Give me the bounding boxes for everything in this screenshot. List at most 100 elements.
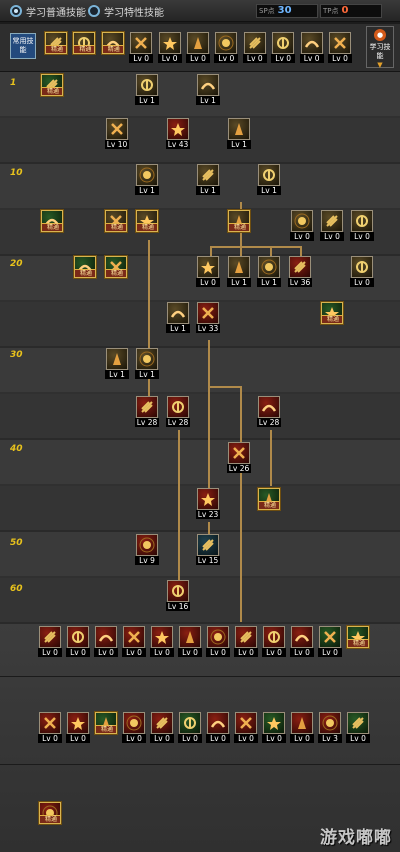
extra-skill-slot[interactable]: 精通 — [346, 626, 370, 648]
extra-skill-slot[interactable]: Lv 0 — [66, 626, 90, 657]
mastery-badge: 精通 — [46, 45, 66, 53]
quick-skill-slot[interactable]: Lv 0 — [242, 32, 267, 63]
skill-level-label: Lv 1 — [196, 96, 220, 105]
skill-level-label: Lv 0 — [234, 648, 258, 657]
skill-icon — [197, 164, 219, 186]
tree-skill-slot[interactable]: 精通 — [40, 210, 64, 232]
quick-skill-slot[interactable]: Lv 0 — [271, 32, 296, 63]
extra-skill-slot[interactable]: Lv 0 — [234, 712, 258, 743]
extra-skill-slot[interactable]: Lv 0 — [206, 626, 230, 657]
quick-skill-slot[interactable]: Lv 0 — [129, 32, 154, 63]
skill-icon — [167, 302, 189, 324]
tree-skill-slot[interactable]: 精通 — [257, 488, 281, 510]
tree-skill-slot[interactable]: Lv 1 — [257, 256, 281, 287]
extra-skill-slot[interactable]: Lv 0 — [150, 626, 174, 657]
tree-skill-slot[interactable]: Lv 1 — [196, 164, 220, 195]
top-bar: 学习普通技能 学习特性技能 SP点 30 TP点 0 — [0, 0, 400, 22]
extra-skill-slot[interactable]: 精通 — [38, 802, 62, 824]
tab-learn-special-skills[interactable]: 学习特性技能 — [88, 4, 164, 19]
extra-skill-slot[interactable]: Lv 0 — [178, 712, 202, 743]
extra-skill-slot[interactable]: Lv 0 — [38, 712, 62, 743]
extra-skill-slot[interactable]: Lv 0 — [290, 626, 314, 657]
tree-skill-slot[interactable]: Lv 43 — [166, 118, 190, 149]
quick-skill-slot[interactable]: Lv 0 — [214, 32, 239, 63]
tree-skill-slot[interactable]: 精通 — [135, 210, 159, 232]
tree-skill-slot[interactable]: Lv 36 — [288, 256, 312, 287]
extra-skill-slot[interactable]: Lv 0 — [318, 626, 342, 657]
quick-skill-slot[interactable]: Lv 0 — [328, 32, 352, 63]
extra-skill-slot[interactable]: Lv 0 — [38, 626, 62, 657]
extra-skill-slot[interactable]: Lv 0 — [346, 712, 370, 743]
skill-icon — [106, 348, 128, 370]
tree-skill-slot[interactable]: Lv 23 — [196, 488, 220, 519]
tree-skill-slot[interactable]: 精通 — [227, 210, 251, 232]
quick-skill-slot[interactable]: Lv 0 — [157, 32, 182, 63]
tree-skill-slot[interactable]: 精通 — [104, 210, 128, 232]
skill-level-label: Lv 0 — [350, 232, 374, 241]
tree-skill-slot[interactable]: Lv 0 — [290, 210, 314, 241]
tree-skill-slot[interactable]: Lv 9 — [135, 534, 159, 565]
common-skill-row: 常用技能 精通 精通 精通 Lv 0 Lv 0 Lv 0 Lv 0 Lv 0 Lv 0 Lv 0L… — [0, 24, 400, 72]
skill-icon — [167, 396, 189, 418]
skill-level-label: Lv 0 — [262, 734, 286, 743]
tree-skill-slot[interactable]: Lv 10 — [105, 118, 129, 149]
skill-icon — [291, 626, 313, 648]
extra-skill-slot[interactable]: Lv 0 — [94, 626, 118, 657]
level-label: 20 — [10, 259, 23, 269]
tree-skill-slot[interactable]: Lv 1 — [135, 164, 159, 195]
quick-skill-slot[interactable]: 精通 — [72, 32, 96, 54]
extra-skill-slot[interactable]: Lv 0 — [206, 712, 230, 743]
extra-skill-slot[interactable]: 精通 — [94, 712, 118, 734]
tree-skill-slot[interactable]: Lv 26 — [227, 442, 251, 473]
quick-skill-slot[interactable]: 精通 — [44, 32, 68, 54]
tree-skill-slot[interactable]: Lv 1 — [227, 256, 251, 287]
tree-skill-slot[interactable]: Lv 0 — [196, 256, 220, 287]
tree-skill-slot[interactable]: 精通 — [320, 302, 344, 324]
tree-skill-slot[interactable]: Lv 0 — [320, 210, 344, 241]
tree-skill-slot[interactable]: Lv 28 — [166, 396, 190, 427]
tree-skill-slot[interactable]: 精通 — [73, 256, 97, 278]
tree-skill-slot[interactable]: 精通 — [40, 74, 64, 96]
extra-skill-slot[interactable]: Lv 0 — [234, 626, 258, 657]
skill-level-label: Lv 0 — [206, 648, 230, 657]
tree-skill-slot[interactable]: Lv 28 — [135, 396, 159, 427]
tree-skill-slot[interactable]: Lv 15 — [196, 534, 220, 565]
tree-skill-slot[interactable]: Lv 0 — [350, 256, 374, 287]
extra-skill-slot[interactable]: Lv 0 — [178, 626, 202, 657]
quick-skill-slot[interactable]: Lv 0 — [299, 32, 324, 63]
tree-skill-slot[interactable]: Lv 1 — [135, 74, 159, 105]
tree-skill-slot[interactable]: 精通 — [104, 256, 128, 278]
tree-skill-slot[interactable]: Lv 1 — [257, 164, 281, 195]
extra-skill-rows: Lv 0 Lv 0 Lv 0 Lv 0 Lv 0 Lv 0 Lv 0 Lv 0 Lv 0 Lv 0… — [0, 624, 400, 852]
skill-icon — [321, 210, 343, 232]
tree-skill-slot[interactable]: Lv 1 — [196, 74, 220, 105]
extra-skill-slot[interactable]: Lv 0 — [150, 712, 174, 743]
skill-icon — [329, 32, 351, 54]
extra-skill-slot[interactable]: Lv 0 — [290, 712, 314, 743]
common-skills-button[interactable]: 常用技能 — [10, 33, 36, 59]
tree-skill-slot[interactable]: Lv 1 — [227, 118, 251, 149]
skill-icon: 精通 — [105, 256, 127, 278]
skill-level-label: Lv 0 — [318, 648, 342, 657]
tree-skill-slot[interactable]: Lv 16 — [166, 580, 190, 611]
quick-skill-slot[interactable]: 精通 — [101, 32, 125, 54]
tree-skill-slot[interactable]: Lv 0 — [350, 210, 374, 241]
skill-icon — [95, 626, 117, 648]
extra-skill-slot[interactable]: Lv 0 — [66, 712, 90, 743]
tree-skill-slot[interactable]: Lv 33 — [196, 302, 220, 333]
skill-level-label: Lv 28 — [135, 418, 159, 427]
tree-skill-slot[interactable]: Lv 1 — [135, 348, 159, 379]
skill-icon: 精通 — [136, 210, 158, 232]
tab-learn-normal-skills[interactable]: 学习普通技能 — [10, 4, 86, 19]
extra-skill-slot[interactable]: Lv 0 — [122, 712, 146, 743]
tree-skill-slot[interactable]: Lv 1 — [105, 348, 129, 379]
quick-skill-slot[interactable]: Lv 0 — [186, 32, 210, 63]
tree-skill-slot[interactable]: Lv 1 — [166, 302, 190, 333]
extra-skill-slot[interactable]: Lv 3 — [318, 712, 342, 743]
extra-skill-slot[interactable]: Lv 0 — [262, 626, 286, 657]
learn-skills-button[interactable]: ● 学习技能 ▼ — [366, 26, 394, 69]
tree-skill-slot[interactable]: Lv 28 — [257, 396, 281, 427]
extra-skill-slot[interactable]: Lv 0 — [122, 626, 146, 657]
skill-level-label: Lv 16 — [166, 602, 190, 611]
extra-skill-slot[interactable]: Lv 0 — [262, 712, 286, 743]
